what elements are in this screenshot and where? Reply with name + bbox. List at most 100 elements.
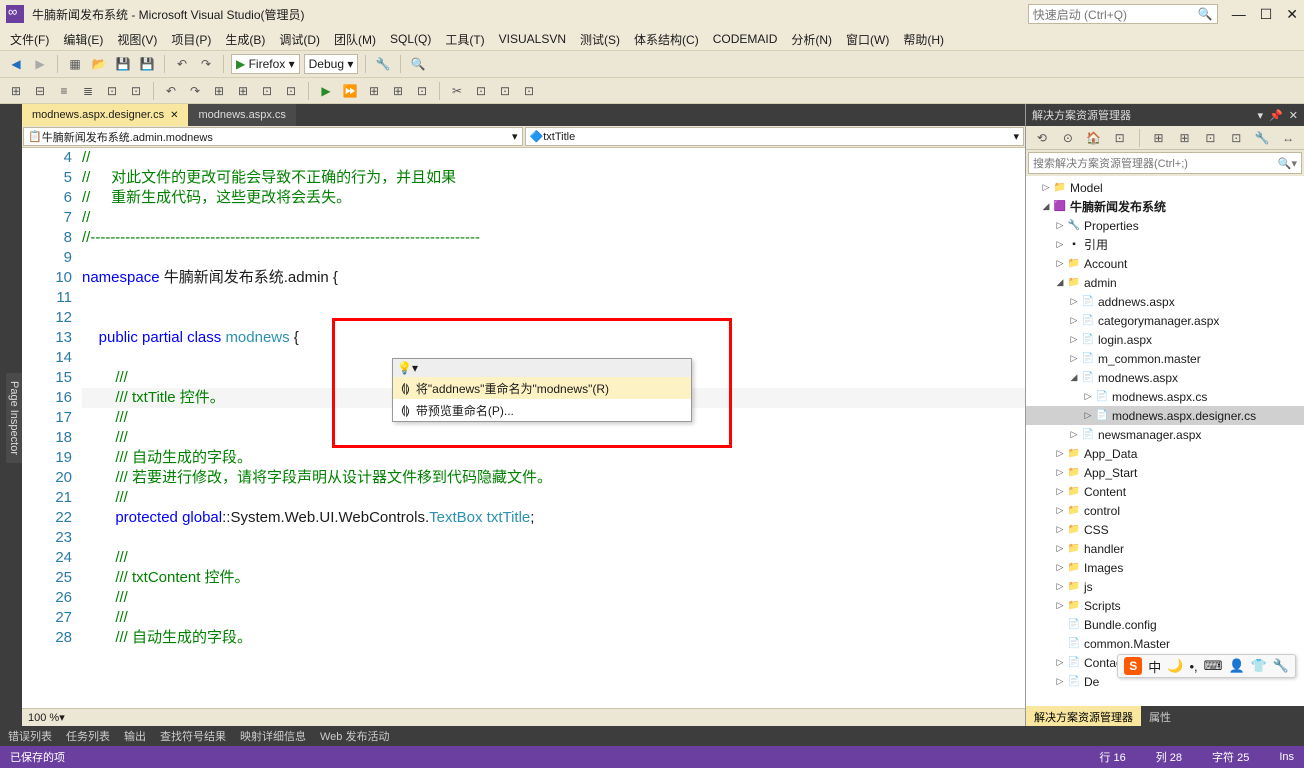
tree-node[interactable]: ▷📄modnews.aspx.cs [1026, 387, 1304, 406]
bottom-tab[interactable]: 任务列表 [66, 728, 110, 744]
vs-logo-icon [6, 5, 24, 23]
nav-back-icon[interactable]: ◀ [6, 54, 26, 74]
tree-node[interactable]: ▷📁App_Data [1026, 444, 1304, 463]
menu-item[interactable]: 生成(B) [225, 31, 265, 48]
search-icon: 🔍 [1198, 7, 1213, 21]
solution-search-input[interactable]: 搜索解决方案资源管理器(Ctrl+;)🔍▾ [1028, 152, 1302, 174]
tree-node[interactable]: ▷📁Account [1026, 254, 1304, 273]
menu-item[interactable]: 帮助(H) [903, 31, 944, 48]
document-tabs: modnews.aspx.designer.cs✕modnews.aspx.cs [22, 104, 1025, 126]
bottom-tab[interactable]: 输出 [124, 728, 146, 744]
toolbar-secondary: ⊞⊟ ≡≣ ⊡⊡ ↶↷ ⊞⊞ ⊡⊡ ▶ ⏩ ⊞⊞ ⊡ ✂⊡ ⊡⊡ [0, 78, 1304, 104]
quick-launch-input[interactable]: 快速启动 (Ctrl+Q) 🔍 [1028, 4, 1218, 24]
user-icon[interactable]: 👤 [1228, 658, 1244, 674]
tree-node[interactable]: ▷📁Scripts [1026, 596, 1304, 615]
minimize-button[interactable]: — [1232, 6, 1246, 23]
tree-node[interactable]: ▷📄m_common.master [1026, 349, 1304, 368]
menu-item[interactable]: 视图(V) [117, 31, 157, 48]
ime-toolbar[interactable]: S 中 🌙 •, ⌨ 👤 👕 🔧 [1117, 654, 1296, 678]
tree-node[interactable]: 📄Bundle.config [1026, 615, 1304, 634]
tree-node[interactable]: ▷📄modnews.aspx.designer.cs [1026, 406, 1304, 425]
menu-item[interactable]: SQL(Q) [390, 32, 431, 46]
new-project-icon[interactable]: ▦ [65, 54, 85, 74]
tree-node[interactable]: ▷🔧Properties [1026, 216, 1304, 235]
tree-node[interactable]: ▷📄categorymanager.aspx [1026, 311, 1304, 330]
dropdown-icon[interactable]: ▾ [1258, 109, 1264, 122]
tree-node[interactable]: ▷▪引用 [1026, 235, 1304, 254]
close-icon[interactable]: ✕ [1289, 109, 1298, 122]
status-bar: 已保存的项 行 16 列 28 字符 25 Ins [0, 746, 1304, 768]
close-button[interactable]: ✕ [1286, 6, 1298, 23]
moon-icon[interactable]: 🌙 [1167, 658, 1183, 674]
bottom-tab[interactable]: 错误列表 [8, 728, 52, 744]
tree-node[interactable]: ▷📁App_Start [1026, 463, 1304, 482]
nav-member[interactable]: 🔷 txtTitle▾ [525, 127, 1025, 146]
menu-item[interactable]: CODEMAID [713, 32, 778, 46]
tree-node[interactable]: ◢📁admin [1026, 273, 1304, 292]
search-icon: 🔍▾ [1278, 157, 1297, 170]
rename-option-1[interactable]: ⟬⟭将"addnews"重命名为"modnews"(R) [393, 377, 691, 399]
tree-node[interactable]: ▷📁handler [1026, 539, 1304, 558]
maximize-button[interactable]: ☐ [1260, 6, 1273, 23]
tree-node[interactable]: ▷📄login.aspx [1026, 330, 1304, 349]
tree-node[interactable]: ◢📄modnews.aspx [1026, 368, 1304, 387]
run-icon[interactable]: ▶ [316, 81, 336, 101]
bottom-tab[interactable]: 查找符号结果 [160, 728, 226, 744]
find-icon[interactable]: 🔍 [408, 54, 428, 74]
zoom-combo[interactable]: 100 % ▾ [22, 708, 1025, 726]
solution-toolbar: ⟲⊙ 🏠⊡ ⊞⊞ ⊡⊡ 🔧↔ [1026, 126, 1304, 150]
menu-item[interactable]: 项目(P) [171, 31, 211, 48]
window-title: 牛腩新闻发布系统 - Microsoft Visual Studio(管理员) [32, 6, 1028, 23]
status-col: 列 28 [1156, 749, 1182, 765]
wrench-icon[interactable]: 🔧 [1273, 658, 1289, 674]
nav-fwd-icon[interactable]: ▶ [30, 54, 50, 74]
keyboard-icon[interactable]: ⌨ [1204, 658, 1223, 674]
tab-solution-explorer[interactable]: 解决方案资源管理器 [1026, 706, 1141, 726]
menu-item[interactable]: 工具(T) [445, 31, 484, 48]
nav-scope[interactable]: 📋 牛腩新闻发布系统.admin.modnews▾ [23, 127, 523, 146]
document-tab[interactable]: modnews.aspx.cs [188, 104, 295, 126]
document-tab[interactable]: modnews.aspx.designer.cs✕ [22, 104, 188, 126]
tab-properties[interactable]: 属性 [1141, 706, 1179, 726]
tree-node[interactable]: ▷📄newsmanager.aspx [1026, 425, 1304, 444]
lightbulb-icon[interactable]: 💡▾ [397, 361, 418, 375]
rename-option-2[interactable]: ⟬⟭带预览重命名(P)... [393, 399, 691, 421]
tree-node[interactable]: ▷📄addnews.aspx [1026, 292, 1304, 311]
bottom-tab[interactable]: 映射详细信息 [240, 728, 306, 744]
menu-item[interactable]: VISUALSVN [499, 32, 566, 46]
page-inspector-tab[interactable]: Page Inspector [6, 373, 22, 463]
menu-item[interactable]: 编辑(E) [63, 31, 103, 48]
run-fast-icon[interactable]: ⏩ [340, 81, 360, 101]
menu-item[interactable]: 团队(M) [334, 31, 376, 48]
tree-node[interactable]: ▷📁control [1026, 501, 1304, 520]
tree-node[interactable]: ▷📁js [1026, 577, 1304, 596]
solution-tree[interactable]: ▷📁Model◢🟪牛腩新闻发布系统▷🔧Properties▷▪引用▷📁Accou… [1026, 176, 1304, 706]
menu-item[interactable]: 分析(N) [791, 31, 832, 48]
menu-item[interactable]: 调试(D) [279, 31, 320, 48]
undo-icon[interactable]: ↶ [172, 54, 192, 74]
shirt-icon[interactable]: 👕 [1251, 658, 1267, 674]
tree-node[interactable]: ▷📁Model [1026, 178, 1304, 197]
left-tool-strip: Page Inspector 工具箱 [0, 104, 22, 726]
tree-node[interactable]: 📄common.Master [1026, 634, 1304, 653]
menu-item[interactable]: 测试(S) [580, 31, 620, 48]
status-line: 行 16 [1099, 749, 1125, 765]
code-editor[interactable]: 4567891011121314151617181920212223242526… [22, 148, 1025, 708]
tree-node[interactable]: ▷📁Content [1026, 482, 1304, 501]
config-combo[interactable]: Debug ▾ [304, 54, 359, 74]
redo-icon[interactable]: ↷ [196, 54, 216, 74]
menu-item[interactable]: 体系结构(C) [634, 31, 699, 48]
menu-item[interactable]: 文件(F) [10, 31, 49, 48]
menu-item[interactable]: 窗口(W) [846, 31, 889, 48]
save-icon[interactable]: 💾 [113, 54, 133, 74]
tool-icon[interactable]: 🔧 [373, 54, 393, 74]
save-all-icon[interactable]: 💾 [137, 54, 157, 74]
browser-combo[interactable]: ▶ Firefox ▾ [231, 54, 300, 74]
tree-node[interactable]: ◢🟪牛腩新闻发布系统 [1026, 197, 1304, 216]
pin-icon[interactable]: 📌 [1269, 109, 1283, 122]
tree-node[interactable]: ▷📁CSS [1026, 520, 1304, 539]
menu-bar: 文件(F) 编辑(E) 视图(V) 项目(P) 生成(B) 调试(D) 团队(M) SQL(Q… [0, 28, 1304, 50]
open-icon[interactable]: 📂 [89, 54, 109, 74]
bottom-tab[interactable]: Web 发布活动 [320, 728, 389, 744]
tree-node[interactable]: ▷📁Images [1026, 558, 1304, 577]
